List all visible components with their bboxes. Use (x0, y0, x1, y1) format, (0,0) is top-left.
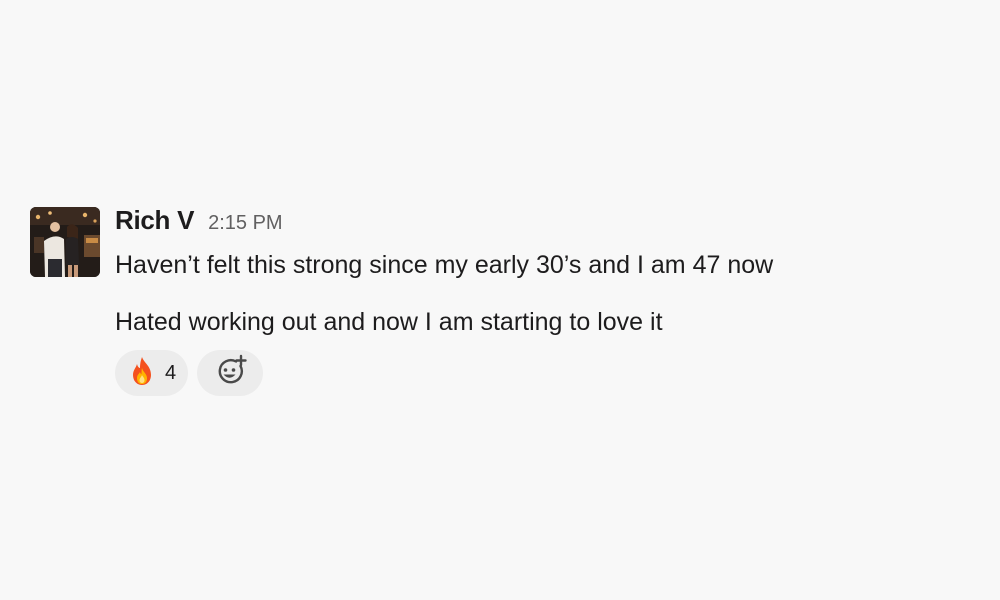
message-text-line: Hated working out and now I am starting … (115, 308, 663, 336)
reaction-count: 4 (165, 361, 177, 384)
add-emoji-icon (214, 354, 248, 393)
reactions-bar: 4 (115, 350, 970, 396)
avatar-photo (30, 207, 100, 277)
reaction-fire[interactable]: 4 (115, 350, 189, 396)
avatar[interactable] (30, 207, 100, 277)
add-reaction-button[interactable] (197, 350, 264, 396)
message-header: Rich V 2:15 PM (115, 205, 970, 239)
fire-icon (129, 356, 155, 391)
timestamp[interactable]: 2:15 PM (208, 212, 282, 235)
message-content: Rich V 2:15 PM Haven’t felt this strong … (115, 205, 970, 396)
message: Rich V 2:15 PM Haven’t felt this strong … (30, 205, 970, 405)
message-text-line: Haven’t felt this strong since my early … (115, 251, 774, 279)
sender-name[interactable]: Rich V (115, 205, 194, 236)
